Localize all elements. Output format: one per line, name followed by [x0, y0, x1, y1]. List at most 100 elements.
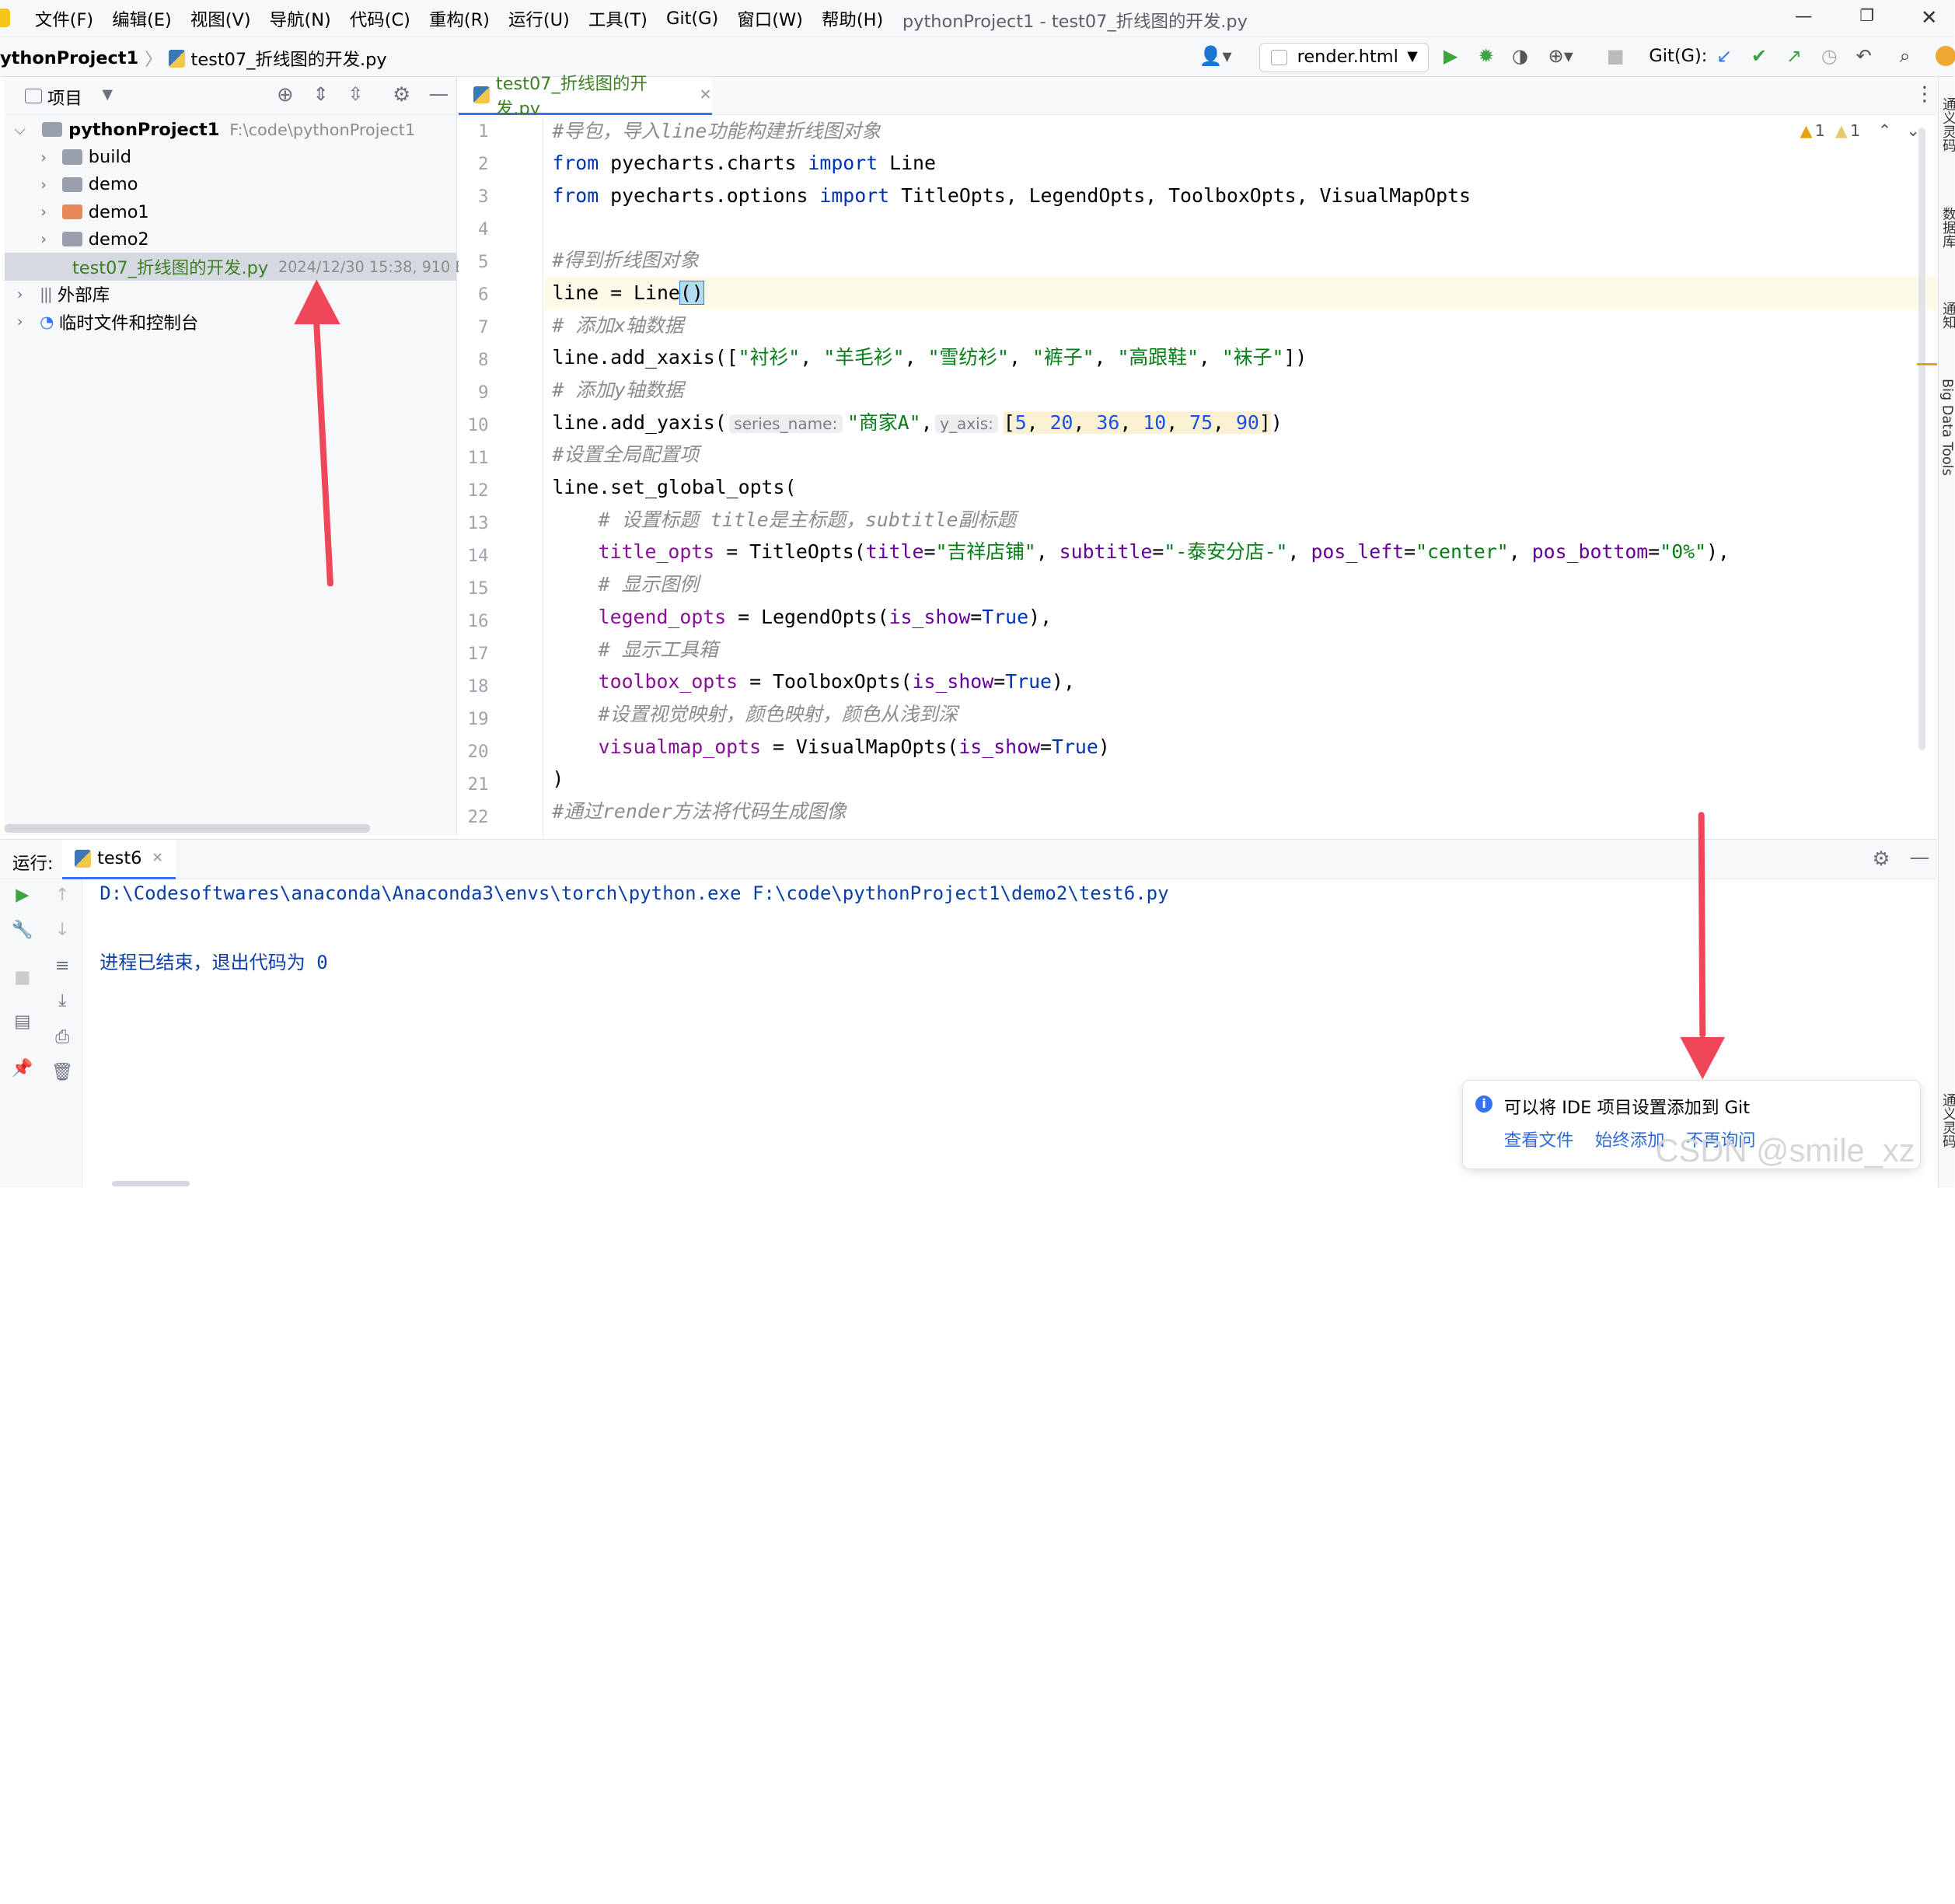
close-icon[interactable]: ✕ [1921, 6, 1937, 30]
tool-window-tongyi[interactable]: 通义灵码 [1939, 97, 1955, 152]
code-line-2[interactable]: from pyecharts.charts import Line [552, 147, 936, 180]
menu-item[interactable]: 工具(T) [588, 6, 648, 31]
print-icon[interactable]: ⎙ [51, 1027, 74, 1047]
editor-tab-active[interactable]: test07_折线图的开发.py ✕ [459, 74, 712, 119]
stop-icon[interactable]: ■ [11, 967, 33, 987]
up-arrow-icon[interactable]: ↑ [51, 885, 74, 905]
code-line-3[interactable]: from pyecharts.options import TitleOpts,… [552, 180, 1471, 212]
down-arrow-icon[interactable]: ↓ [51, 920, 74, 940]
pin-icon[interactable]: 📌 [11, 1058, 33, 1078]
tree-item-python-file[interactable]: test07_折线图的开发.py 2024/12/30 15:38, 910 B [5, 253, 466, 281]
scroll-to-end-icon[interactable]: ⤓ [51, 990, 74, 1011]
code-line-17[interactable]: # 显示工具箱 [599, 634, 718, 666]
project-panel-title[interactable]: 项目 [47, 85, 82, 110]
search-icon[interactable]: ⌕ [1900, 46, 1910, 67]
tree-item-demo2[interactable]: › demo2 [5, 225, 456, 253]
restore-icon[interactable]: ❐ [1859, 6, 1874, 25]
more-options-icon[interactable]: ⋮ [1915, 82, 1935, 106]
menu-item[interactable]: 导航(N) [270, 6, 331, 31]
code-line-20[interactable]: visualmap_opts = VisualMapOpts(is_show=T… [599, 731, 1110, 763]
bottom-scrollbar[interactable] [112, 1181, 190, 1186]
tree-item-demo1[interactable]: › demo1 [5, 198, 456, 225]
chevron-right-icon[interactable]: › [33, 203, 54, 221]
hide-panel-icon[interactable]: — [429, 82, 449, 106]
breadcrumb-project[interactable]: ythonProject1 [0, 48, 138, 68]
menu-item[interactable]: 运行(U) [508, 6, 570, 31]
code-line-19[interactable]: #设置视觉映射，颜色映射，颜色从浅到深 [599, 698, 958, 731]
chevron-right-icon[interactable]: › [10, 313, 30, 330]
git-push-icon[interactable]: ↗ [1786, 46, 1802, 67]
code-line-21[interactable]: ) [552, 763, 564, 795]
menu-item[interactable]: 重构(R) [429, 6, 490, 31]
code-line-10[interactable]: line.add_yaxis(series_name: "商家A", y_axis:… [552, 407, 1283, 439]
hide-panel-icon[interactable]: — [1910, 846, 1930, 869]
vertical-scrollbar[interactable] [1918, 127, 1926, 751]
code-line-13[interactable]: # 设置标题 title是主标题，subtitle副标题 [599, 504, 1016, 536]
tree-item-scratches[interactable]: › ◔ 临时文件和控制台 [5, 308, 456, 335]
coverage-icon[interactable]: ◑ [1512, 46, 1528, 67]
tool-window-tongyi-bottom[interactable]: 通义灵码 [1939, 1093, 1955, 1148]
horizontal-scrollbar[interactable] [5, 823, 371, 833]
menu-item[interactable]: 视图(V) [190, 6, 251, 31]
breadcrumb-file[interactable]: test07_折线图的开发.py [191, 46, 387, 71]
chevron-down-icon[interactable]: ▼ [102, 87, 113, 103]
run-tab[interactable]: test6 ✕ [62, 840, 176, 880]
user-icon[interactable]: 👤▾ [1199, 46, 1232, 67]
code-line-18[interactable]: toolbox_opts = ToolboxOpts(is_show=True)… [599, 666, 1075, 698]
menu-item[interactable]: 编辑(E) [112, 6, 172, 31]
code-line-15[interactable]: # 显示图例 [599, 568, 699, 601]
tree-item-demo[interactable]: › demo [5, 171, 456, 198]
git-history-icon[interactable]: ◷ [1821, 46, 1838, 67]
code-line-22[interactable]: #通过render方法将代码生成图像 [552, 795, 846, 828]
profile-icon[interactable]: ⊕▾ [1548, 46, 1573, 67]
inspection-widget[interactable]: ▲ 1 ▲ 1 ⌃ ⌄ [1800, 121, 1919, 140]
code-line-12[interactable]: line.set_global_opts( [552, 471, 796, 504]
code-line-7[interactable]: # 添加x轴数据 [552, 309, 683, 342]
trash-icon[interactable]: 🗑 [51, 1062, 74, 1082]
tree-item-build[interactable]: › build [5, 143, 456, 170]
run-config-selector[interactable]: render.html ▼ [1259, 42, 1429, 72]
tree-item-project-root[interactable]: ⌵ pythonProject1 F:\code\pythonProject1 [5, 116, 456, 143]
collapse-all-icon[interactable]: ⇳ [347, 83, 363, 105]
code-line-6[interactable]: line = Line() [544, 276, 1937, 309]
close-icon[interactable]: ✕ [699, 86, 711, 103]
minimize-icon[interactable]: — [1795, 6, 1812, 26]
tree-item-external-libs[interactable]: › ||| 外部库 [5, 281, 456, 308]
always-add-link[interactable]: 始终添加 [1595, 1127, 1665, 1151]
menu-item[interactable]: 代码(C) [350, 6, 410, 31]
git-update-icon[interactable]: ↙ [1716, 46, 1732, 67]
chevron-right-icon[interactable]: › [33, 230, 54, 248]
tool-window-bigdata[interactable]: Big Data Tools [1939, 379, 1954, 476]
code-line-16[interactable]: legend_opts = LegendOpts(is_show=True), [599, 601, 1052, 634]
tool-window-database[interactable]: 数据库 [1939, 207, 1955, 248]
chevron-right-icon[interactable]: › [10, 285, 30, 303]
close-icon[interactable]: ✕ [152, 851, 163, 866]
wrench-icon[interactable]: 🔧 [11, 920, 33, 940]
menu-item[interactable]: 帮助(H) [822, 6, 883, 31]
chevron-down-icon[interactable]: ⌵ [10, 121, 30, 138]
code-line-14[interactable]: title_opts = TitleOpts(title="吉祥店铺", sub… [599, 536, 1730, 568]
chevron-up-icon[interactable]: ⌃ [1878, 121, 1891, 140]
code-line-5[interactable]: #得到折线图对象 [552, 244, 699, 277]
chevron-right-icon[interactable]: › [33, 148, 54, 166]
code-line-8[interactable]: line.add_xaxis(["衬衫", "羊毛衫", "雪纺衫", "裤子"… [552, 341, 1307, 374]
git-rollback-icon[interactable]: ↶ [1856, 46, 1872, 67]
code-line-9[interactable]: # 添加y轴数据 [552, 374, 683, 407]
menu-item[interactable]: Git(G) [666, 9, 718, 29]
run-icon[interactable]: ▶ [1444, 46, 1458, 67]
git-commit-icon[interactable]: ✔ [1751, 46, 1767, 67]
expand-all-icon[interactable]: ⇕ [312, 83, 328, 105]
code-line-11[interactable]: #设置全局配置项 [552, 438, 699, 471]
soft-wrap-icon[interactable]: ≡ [51, 955, 74, 976]
stop-icon[interactable]: ■ [1607, 46, 1625, 67]
gear-icon[interactable]: ⚙ [1872, 847, 1890, 871]
layout-icon[interactable]: ▤ [11, 1011, 33, 1032]
code-line-1[interactable]: #导包，导入line功能构建折线图对象 [552, 115, 881, 148]
menu-item[interactable]: 文件(F) [35, 6, 93, 31]
locate-icon[interactable]: ⊕ [277, 83, 293, 107]
notification-badge-icon[interactable] [1936, 46, 1955, 66]
gear-icon[interactable]: ⚙ [393, 83, 410, 107]
debug-icon[interactable]: ✹ [1478, 46, 1494, 67]
view-files-link[interactable]: 查看文件 [1504, 1127, 1574, 1151]
rerun-icon[interactable]: ▶ [11, 885, 33, 905]
